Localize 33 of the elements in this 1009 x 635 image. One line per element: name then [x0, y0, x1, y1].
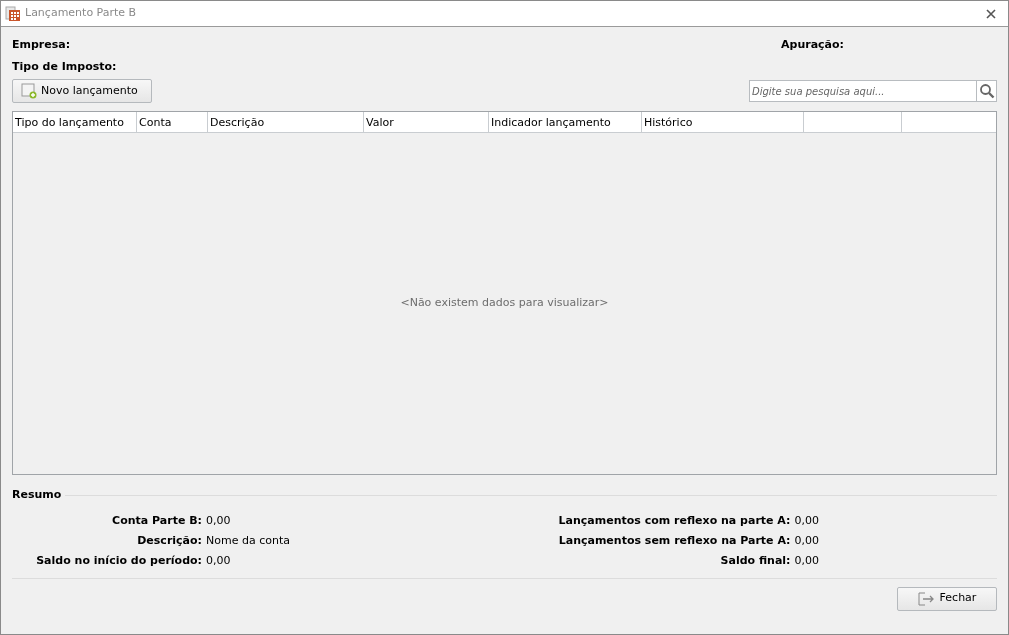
tax-type-label: Tipo de Imposto:: [12, 59, 117, 75]
summary-label: Saldo no início do período:: [35, 553, 202, 570]
column-header[interactable]: Tipo do lançamento: [13, 112, 137, 132]
column-header[interactable]: Histórico: [642, 112, 804, 132]
search-button[interactable]: [976, 80, 997, 102]
window-title: Lançamento Parte B: [25, 5, 137, 22]
search-field[interactable]: Digite sua pesquisa aqui...: [749, 80, 976, 102]
summary-value: 0,00: [794, 513, 819, 530]
calculator-icon: [5, 5, 21, 22]
summary-label: Lançamentos sem reflexo na Parte A:: [557, 533, 791, 550]
summary-value: Nome da conta: [206, 533, 290, 550]
close-icon: [986, 9, 996, 19]
exit-icon: [917, 591, 936, 606]
summary-value: 0,00: [794, 533, 819, 550]
new-entry-button[interactable]: Novo lançamento: [12, 79, 152, 103]
period-label: Apuração:: [781, 37, 844, 53]
summary-label: Lançamentos com reflexo na parte A:: [557, 513, 791, 530]
column-header[interactable]: Valor: [364, 112, 489, 132]
add-document-icon: [21, 83, 37, 99]
summary-label: Conta Parte B:: [111, 513, 202, 530]
summary-value: 0,00: [794, 553, 819, 570]
summary-value: 0,00: [206, 553, 231, 570]
summary-label: Descrição:: [136, 533, 202, 550]
summary-title: Resumo: [12, 487, 62, 503]
summary-label: Saldo final:: [719, 553, 791, 570]
column-header[interactable]: Descrição: [208, 112, 364, 132]
column-header[interactable]: Conta: [137, 112, 208, 132]
company-label: Empresa:: [12, 37, 71, 53]
empty-message: <Não existem dados para visualizar>: [400, 295, 609, 312]
column-header[interactable]: Indicador lançamento: [489, 112, 642, 132]
summary-value: 0,00: [206, 513, 231, 530]
search-icon: [978, 83, 995, 99]
close-button[interactable]: Fechar: [897, 586, 997, 611]
